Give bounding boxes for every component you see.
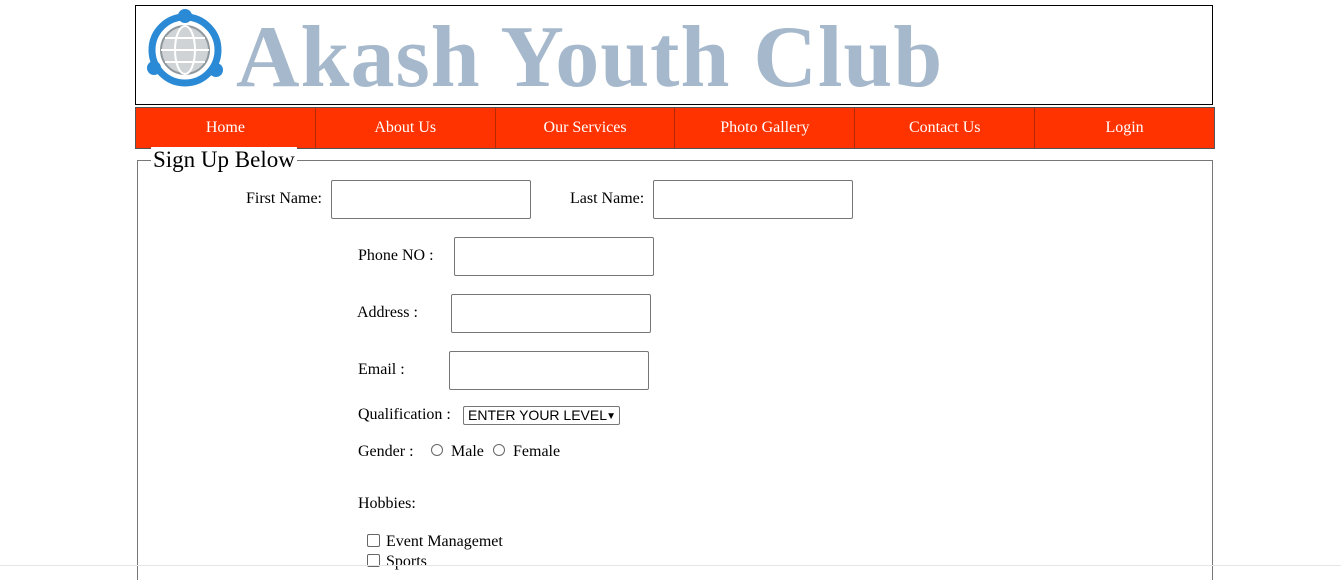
phone-input[interactable] bbox=[454, 237, 654, 276]
address-input[interactable] bbox=[451, 294, 651, 333]
nav-home[interactable]: Home bbox=[136, 108, 316, 148]
first-name-input[interactable] bbox=[331, 180, 531, 219]
address-label: Address : bbox=[357, 304, 418, 321]
qualification-select[interactable]: ENTER YOUR LEVEL ▼ bbox=[463, 406, 620, 425]
nav-photo-gallery[interactable]: Photo Gallery bbox=[675, 108, 856, 148]
nav-our-services[interactable]: Our Services bbox=[496, 108, 676, 148]
qualification-selected: ENTER YOUR LEVEL bbox=[468, 407, 608, 423]
main-nav: Home About Us Our Services Photo Gallery… bbox=[135, 107, 1215, 149]
nav-about-us[interactable]: About Us bbox=[316, 108, 496, 148]
signup-fieldset bbox=[137, 160, 1213, 580]
email-label: Email : bbox=[358, 361, 405, 378]
last-name-input[interactable] bbox=[653, 180, 853, 219]
gender-male-label: Male bbox=[451, 443, 484, 460]
nav-contact-us[interactable]: Contact Us bbox=[855, 108, 1036, 148]
last-name-label: Last Name: bbox=[570, 190, 645, 207]
signup-legend: Sign Up Below bbox=[151, 147, 297, 173]
gender-female-label: Female bbox=[513, 443, 561, 460]
globe-people-icon bbox=[147, 9, 223, 87]
site-title: Akash Youth Club bbox=[236, 9, 944, 106]
qualification-label: Qualification : bbox=[358, 406, 451, 423]
gender-male-radio[interactable] bbox=[431, 444, 443, 456]
hobby-sports-label: Sports bbox=[386, 553, 427, 570]
site-header: Akash Youth Club bbox=[135, 5, 1213, 105]
hobby-event-checkbox[interactable] bbox=[367, 534, 380, 547]
chevron-down-icon: ▼ bbox=[606, 411, 616, 422]
gender-label: Gender : bbox=[358, 443, 414, 460]
hobby-event-label: Event Managemet bbox=[386, 533, 503, 550]
phone-label: Phone NO : bbox=[358, 247, 434, 264]
first-name-label: First Name: bbox=[246, 190, 322, 207]
email-input[interactable] bbox=[449, 351, 649, 390]
hobbies-label: Hobbies: bbox=[358, 495, 416, 512]
nav-login[interactable]: Login bbox=[1035, 108, 1214, 148]
gender-female-radio[interactable] bbox=[493, 444, 505, 456]
page-fold-divider bbox=[0, 565, 1341, 566]
